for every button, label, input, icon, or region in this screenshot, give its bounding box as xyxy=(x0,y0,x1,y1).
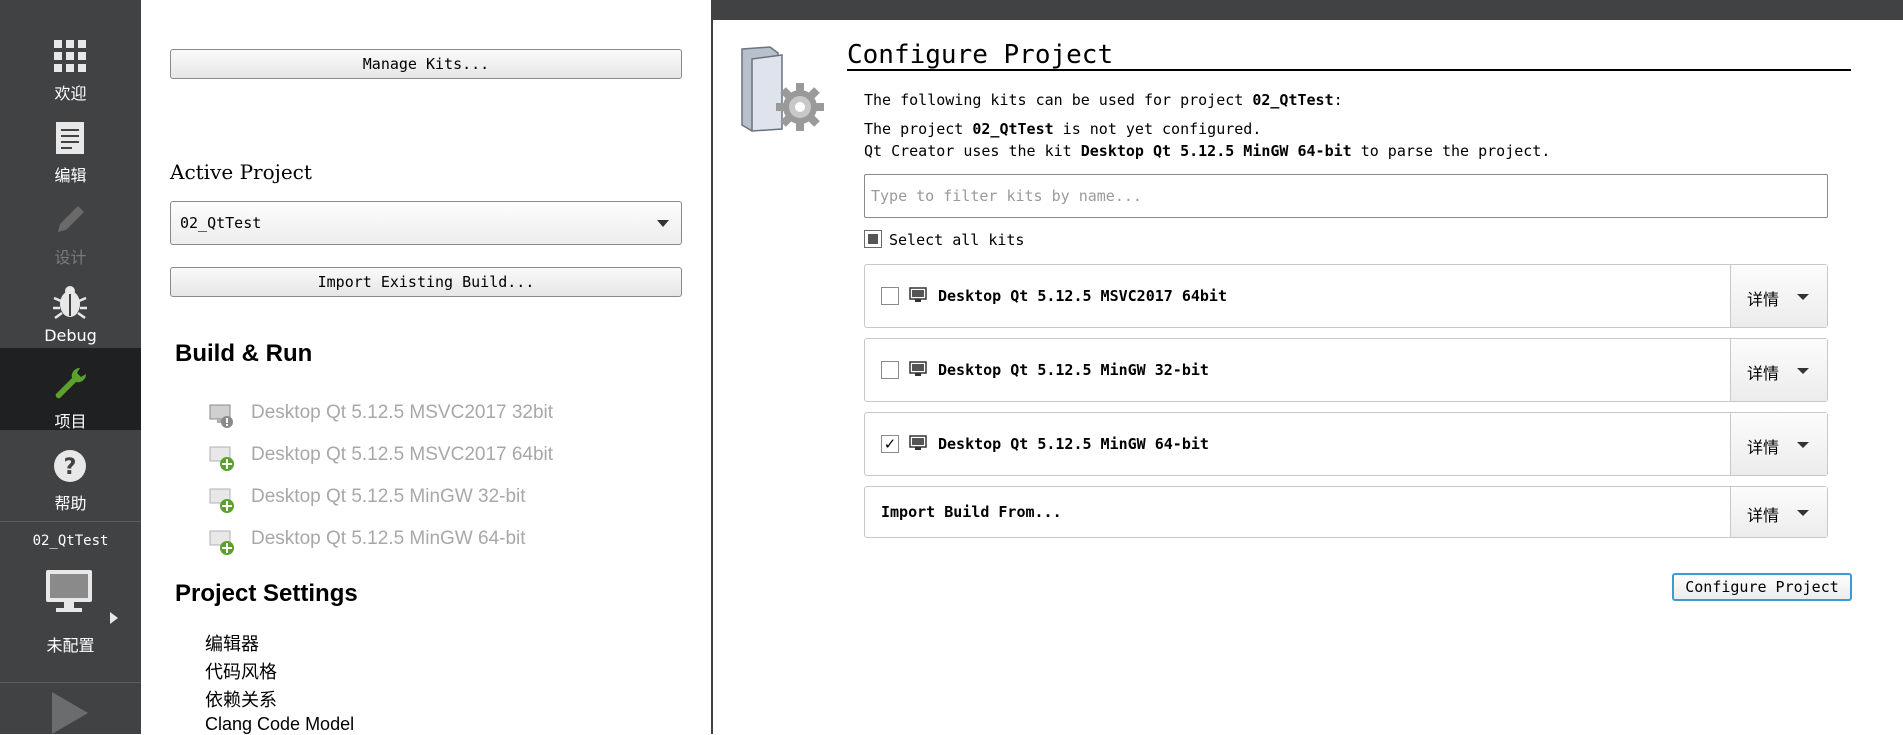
target-name: Desktop Qt 5.12.5 MinGW 32-bit xyxy=(251,486,526,507)
active-project-heading: Active Project xyxy=(170,160,312,184)
mode-edit[interactable]: 编辑 xyxy=(0,102,141,185)
expand-arrow-icon xyxy=(110,612,118,624)
project-setting-item[interactable]: 依赖关系 xyxy=(205,686,277,712)
select-all-label: Select all kits xyxy=(889,231,1025,249)
chevron-down-icon xyxy=(1797,368,1809,374)
kit-checkbox[interactable] xyxy=(881,287,899,305)
target-name: Desktop Qt 5.12.5 MSVC2017 64bit xyxy=(251,444,554,465)
details-label: 详情 xyxy=(1747,438,1780,457)
top-gap xyxy=(141,0,711,20)
mode-help[interactable]: ? 帮助 xyxy=(0,430,141,513)
kit-name: Desktop Qt 5.12.5 MinGW 64-bit xyxy=(938,435,1209,453)
svg-text:?: ? xyxy=(64,455,77,480)
monitor-icon xyxy=(909,361,927,376)
design-pencil-icon xyxy=(58,206,84,232)
kit-checkbox[interactable] xyxy=(881,361,899,379)
page-title: Configure Project xyxy=(847,40,1114,70)
not-configured-text: The project 02_QtTest is not yet configu… xyxy=(864,120,1262,138)
import-existing-build-button[interactable]: Import Existing Build... xyxy=(170,267,682,297)
active-project-value: 02_QtTest xyxy=(180,214,262,232)
kit-details-button[interactable]: 详情 xyxy=(1730,413,1827,475)
kit-checkbox[interactable]: ✓ xyxy=(881,435,899,453)
target-status: 未配置 xyxy=(46,636,95,655)
title-underline xyxy=(847,69,1851,71)
mode-label: 帮助 xyxy=(54,494,87,513)
mode-design[interactable]: 设计 xyxy=(0,184,141,267)
mode-label: Debug xyxy=(44,326,97,345)
kit-details-button[interactable]: 详情 xyxy=(1730,265,1827,327)
target-name: Desktop Qt 5.12.5 MSVC2017 32bit xyxy=(251,402,554,423)
details-label: 详情 xyxy=(1747,290,1780,309)
manage-kits-button[interactable]: Manage Kits... xyxy=(170,49,682,79)
mode-label: 设计 xyxy=(54,248,87,267)
kit-name: Desktop Qt 5.12.5 MinGW 32-bit xyxy=(938,361,1209,379)
chevron-down-icon xyxy=(1797,510,1809,516)
monitor-icon xyxy=(909,287,927,302)
select-all-checkbox[interactable] xyxy=(864,230,882,248)
active-project-combo[interactable]: 02_QtTest xyxy=(170,201,682,245)
projects-navigation-panel: Manage Kits... Active Project 02_QtTest … xyxy=(141,20,713,734)
mode-sidebar: 欢迎 编辑 设计 Debug 项目 ? 帮助 02_QtTest 未配置 xyxy=(0,20,141,734)
folder-settings-icon xyxy=(741,46,824,132)
build-run-heading: Build & Run xyxy=(175,340,313,367)
details-label: 详情 xyxy=(1747,506,1780,525)
kit-row: Desktop Qt 5.12.5 MinGW 32-bit 详情 xyxy=(864,338,1828,402)
mode-label: 编辑 xyxy=(54,166,87,185)
kit-details-button[interactable]: 详情 xyxy=(1730,339,1827,401)
project-setting-item[interactable]: Clang Code Model xyxy=(205,714,354,735)
kit-filter-input[interactable] xyxy=(864,174,1828,218)
parse-kit-text: Qt Creator uses the kit Desktop Qt 5.12.… xyxy=(864,142,1551,160)
sidebar-separator xyxy=(0,521,141,522)
welcome-grid-icon xyxy=(54,40,86,72)
configure-project-button[interactable]: Configure Project xyxy=(1672,573,1852,601)
import-details-button[interactable]: 详情 xyxy=(1730,487,1827,537)
mode-debug[interactable]: Debug xyxy=(0,266,141,348)
project-setting-item[interactable]: 代码风格 xyxy=(205,658,277,684)
mode-label: 项目 xyxy=(54,412,87,431)
run-icon[interactable] xyxy=(50,692,90,734)
projects-wrench-icon xyxy=(55,367,87,399)
kit-add-icon xyxy=(209,530,234,555)
target-name: Desktop Qt 5.12.5 MinGW 64-bit xyxy=(251,528,526,549)
mode-projects[interactable]: 项目 xyxy=(0,348,141,431)
details-label: 详情 xyxy=(1747,364,1780,383)
sidebar-separator xyxy=(0,682,141,683)
chevron-down-icon xyxy=(1797,442,1809,448)
chevron-down-icon xyxy=(1797,294,1809,300)
chevron-down-icon xyxy=(657,220,669,227)
configure-project-page: Configure Project The following kits can… xyxy=(713,20,1903,734)
mode-label: 欢迎 xyxy=(54,84,87,103)
import-build-from-label: Import Build From... xyxy=(881,503,1062,521)
title-strip xyxy=(0,0,1903,20)
edit-document-icon xyxy=(56,122,84,154)
kit-row: ✓ Desktop Qt 5.12.5 MinGW 64-bit 详情 xyxy=(864,412,1828,476)
mode-welcome[interactable]: 欢迎 xyxy=(0,20,141,103)
kit-add-icon xyxy=(209,446,234,471)
partial-check-mark xyxy=(868,234,878,244)
kits-intro-text: The following kits can be used for proje… xyxy=(864,91,1343,109)
kit-add-icon xyxy=(209,488,234,513)
help-question-icon: ? xyxy=(54,450,86,482)
target-project-name: 02_QtTest xyxy=(32,533,109,549)
project-settings-heading: Project Settings xyxy=(175,580,358,607)
import-build-row: Import Build From... 详情 xyxy=(864,486,1828,538)
project-setting-item[interactable]: 编辑器 xyxy=(205,630,259,656)
kit-warning-icon xyxy=(209,404,233,428)
debug-bug-icon xyxy=(53,286,87,320)
kit-row: Desktop Qt 5.12.5 MSVC2017 64bit 详情 xyxy=(864,264,1828,328)
monitor-icon xyxy=(909,435,927,450)
monitor-icon xyxy=(46,570,92,612)
kit-name: Desktop Qt 5.12.5 MSVC2017 64bit xyxy=(938,287,1227,305)
